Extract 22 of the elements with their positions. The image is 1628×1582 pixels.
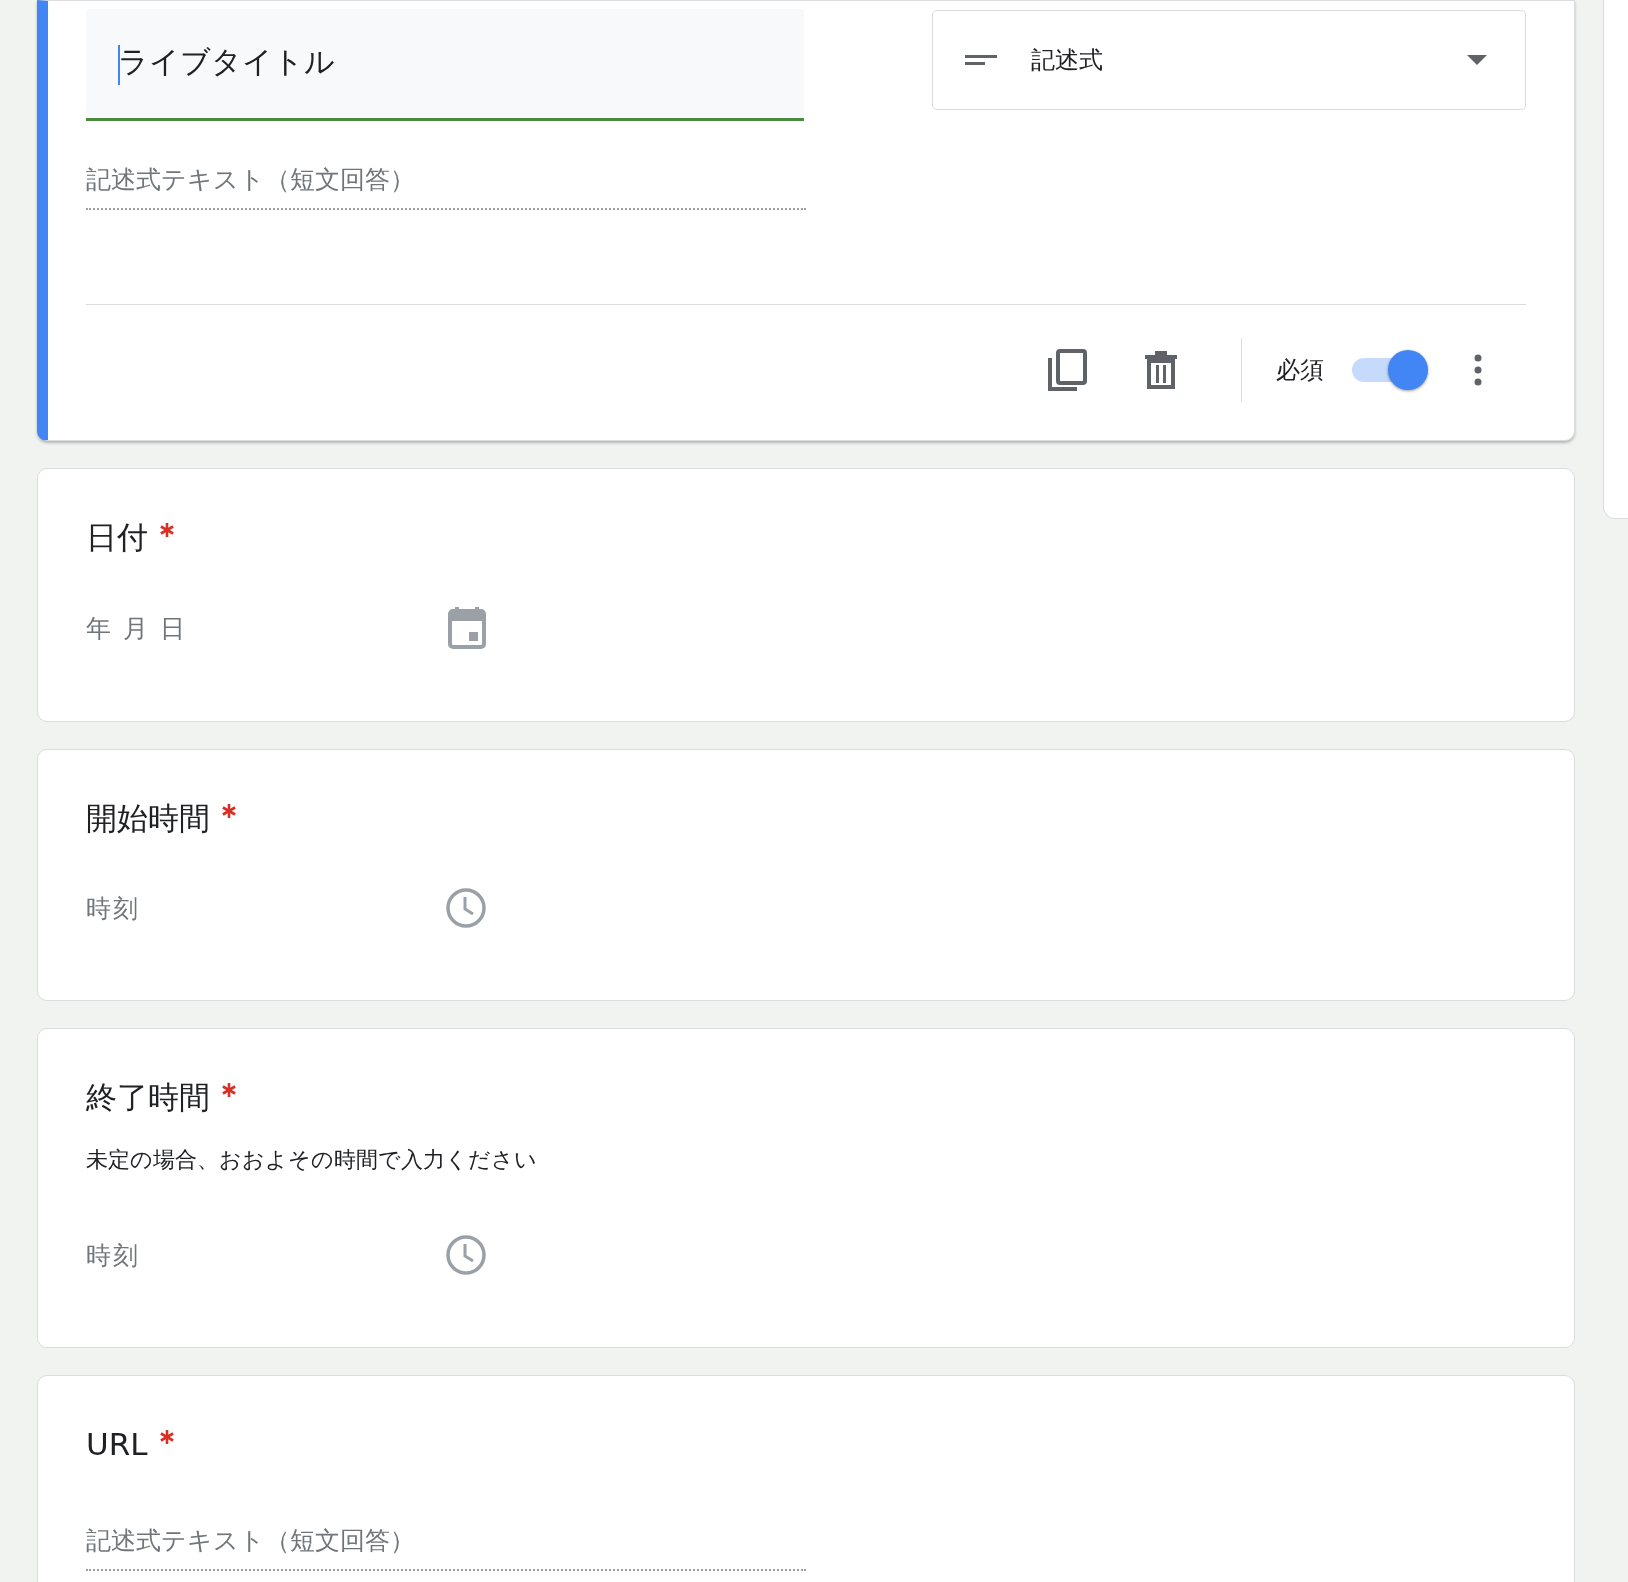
- question-title: 日付: [86, 518, 148, 557]
- input-field[interactable]: 年 月 日: [86, 611, 187, 645]
- short-text-icon: [965, 53, 997, 67]
- text-input[interactable]: 記述式テキスト（短文回答）: [86, 1524, 806, 1571]
- question-title: 開始時間: [86, 799, 210, 838]
- clock-icon[interactable]: [446, 1235, 486, 1275]
- trash-icon[interactable]: [1145, 351, 1177, 389]
- question-description: 未定の場合、おおよその時間で入力ください: [86, 1146, 538, 1174]
- input-field[interactable]: 時刻: [86, 1238, 140, 1272]
- required-toggle[interactable]: [1352, 349, 1428, 391]
- clock-icon[interactable]: [446, 888, 486, 928]
- more-icon[interactable]: [1474, 354, 1482, 386]
- copy-icon[interactable]: [1047, 348, 1087, 392]
- required-label: 必須: [1276, 355, 1324, 386]
- input-field[interactable]: 時刻: [86, 891, 140, 925]
- caret-icon: [1467, 55, 1487, 65]
- question-title: 終了時間: [86, 1078, 210, 1117]
- text-input[interactable]: 記述式テキスト（短文回答）: [86, 163, 806, 210]
- question-title: URL: [86, 1425, 148, 1464]
- calendar-icon[interactable]: [448, 607, 486, 649]
- question-type-dropdown[interactable]: 記述式: [932, 10, 1526, 110]
- question-title-field[interactable]: ライブタイトル: [86, 9, 804, 121]
